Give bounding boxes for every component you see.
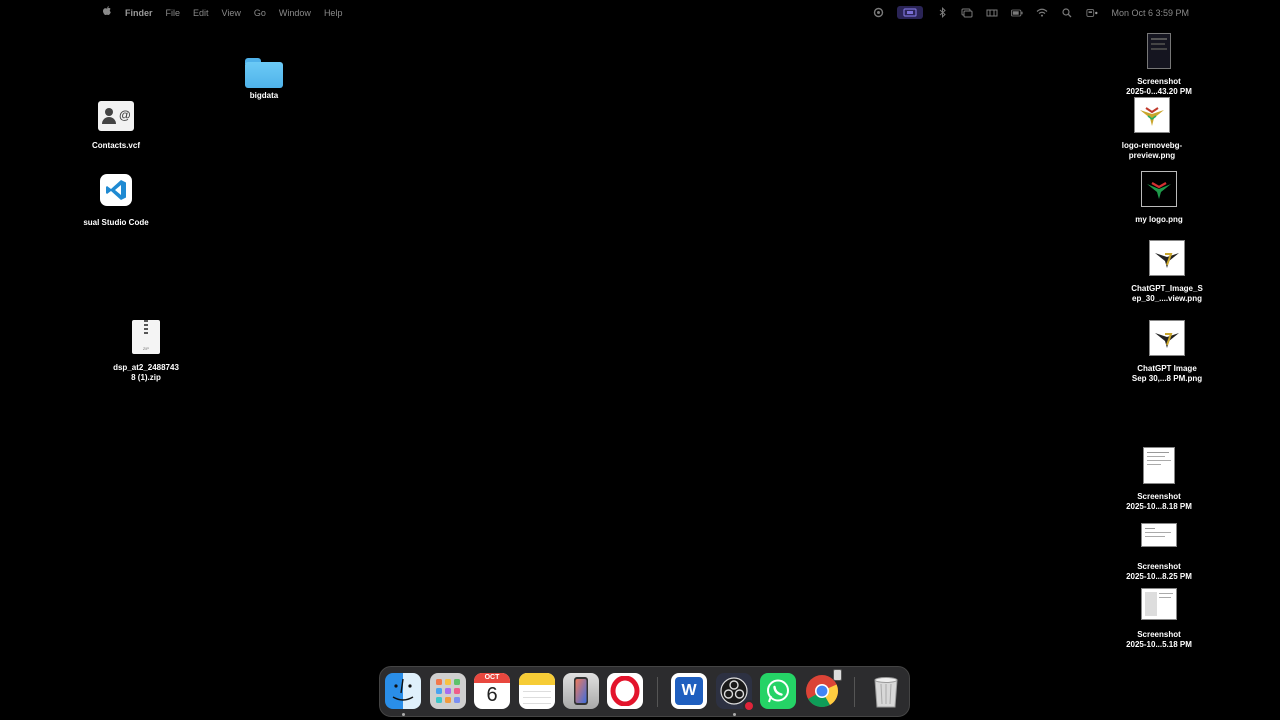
wifi-icon[interactable] — [1036, 8, 1048, 18]
desktop-item-label: logo-removebg- preview.png — [1121, 141, 1183, 160]
image-thumbnail — [1149, 320, 1185, 356]
calendar-month: OCT — [474, 673, 510, 683]
dock-calendar[interactable]: OCT 6 — [474, 673, 510, 709]
desktop-item-label: ChatGPT_Image_S ep_30_....view.png — [1131, 284, 1203, 303]
desktop-item-label: Screenshot 2025-10...8.25 PM — [1126, 562, 1192, 581]
desktop-item-label: Screenshot 2025-10...8.18 PM — [1126, 492, 1192, 511]
dock-word[interactable]: W — [671, 673, 707, 709]
menu-edit[interactable]: Edit — [193, 8, 209, 18]
desktop-item-logo-removebg[interactable]: logo-removebg- preview.png — [1104, 97, 1200, 161]
download-badge-icon — [833, 669, 842, 681]
desktop-item-chatgpt-image-1[interactable]: ChatGPT_Image_S ep_30_....view.png — [1119, 240, 1215, 304]
dock-separator — [854, 677, 855, 707]
desktop-item-label: bigdata — [249, 91, 279, 100]
screenshot-thumbnail — [1147, 33, 1171, 69]
screen-mirroring-icon[interactable] — [961, 8, 973, 18]
zip-file-icon: ZIP — [132, 320, 160, 354]
screen-recording-icon[interactable] — [897, 6, 924, 19]
menu-go[interactable]: Go — [254, 8, 266, 18]
control-center-extra-icon[interactable] — [986, 8, 998, 18]
desktop-item-chatgpt-image-2[interactable]: ChatGPT Image Sep 30,...8 PM.png — [1119, 320, 1215, 384]
desktop-item-label: Screenshot 2025-0...43.20 PM — [1126, 77, 1192, 96]
battery-icon[interactable] — [1011, 8, 1024, 18]
screenshot-thumbnail — [1141, 523, 1177, 547]
finder-icon — [392, 678, 414, 701]
dock-launchpad[interactable] — [430, 673, 466, 709]
dock-trash[interactable] — [868, 673, 904, 709]
dock-finder[interactable] — [385, 673, 421, 709]
dock-chrome[interactable] — [804, 669, 842, 709]
folder-icon — [245, 58, 283, 88]
opera-icon — [610, 676, 640, 706]
menu-app-name[interactable]: Finder — [125, 8, 153, 18]
desktop-item-vscode[interactable]: sual Studio Code — [68, 174, 164, 228]
menu-file[interactable]: File — [166, 8, 181, 18]
menu-clock[interactable]: Mon Oct 6 3:59 PM — [1111, 8, 1189, 18]
desktop-item-my-logo[interactable]: my logo.png — [1111, 171, 1207, 225]
desktop-item-screenshot-2[interactable]: Screenshot 2025-10...8.18 PM — [1111, 447, 1207, 512]
launchpad-icon — [436, 679, 460, 703]
dock: OCT 6 W — [379, 666, 910, 717]
image-thumbnail — [1149, 240, 1185, 276]
iphone-icon — [574, 677, 588, 705]
bluetooth-icon[interactable] — [936, 7, 948, 18]
desktop-item-label: sual Studio Code — [83, 218, 149, 227]
desktop-item-bigdata[interactable]: bigdata — [216, 58, 312, 101]
dock-notes[interactable] — [519, 673, 555, 709]
calendar-day: 6 — [486, 684, 498, 706]
desktop-item-label: Contacts.vcf — [91, 141, 140, 150]
apple-menu-icon[interactable] — [102, 5, 112, 20]
spotlight-search-icon[interactable] — [1061, 7, 1073, 18]
chatgpt-menu-icon[interactable] — [872, 7, 884, 18]
control-center-icon[interactable] — [1086, 8, 1098, 18]
dock-opera[interactable] — [607, 673, 643, 709]
desktop-item-contacts-vcf[interactable]: @ Contacts.vcf — [68, 101, 164, 151]
dock-iphone-mirroring[interactable] — [563, 673, 599, 709]
desktop-item-screenshot-3[interactable]: Screenshot 2025-10...8.25 PM — [1111, 523, 1207, 582]
word-icon: W — [675, 677, 703, 705]
trash-icon — [874, 677, 898, 708]
whatsapp-icon — [767, 679, 789, 703]
desktop-item-label: ChatGPT Image Sep 30,...8 PM.png — [1131, 364, 1203, 383]
dock-separator — [657, 677, 658, 707]
screenshot-thumbnail — [1141, 588, 1177, 620]
menu-bar-right: Mon Oct 6 3:59 PM — [872, 0, 1189, 25]
notes-icon — [519, 673, 555, 685]
dock-whatsapp[interactable] — [760, 673, 796, 709]
desktop-item-screenshot-1[interactable]: Screenshot 2025-0...43.20 PM — [1111, 33, 1207, 97]
menu-help[interactable]: Help — [324, 8, 343, 18]
desktop-item-label: Screenshot 2025-10...5.18 PM — [1126, 630, 1192, 649]
desktop-item-label: dsp_at2_2488743 8 (1).zip — [113, 363, 179, 382]
image-thumbnail — [1141, 171, 1177, 207]
desktop-item-screenshot-4[interactable]: Screenshot 2025-10...5.18 PM — [1111, 588, 1207, 650]
menu-bar-left: Finder File Edit View Go Window Help — [102, 0, 342, 25]
menu-bar: Finder File Edit View Go Window Help Mon… — [0, 0, 1280, 25]
screenshot-thumbnail — [1143, 447, 1175, 484]
desktop-item-zip[interactable]: ZIP dsp_at2_2488743 8 (1).zip — [98, 320, 194, 383]
desktop-item-label: my logo.png — [1135, 215, 1183, 224]
recording-badge-icon — [743, 700, 755, 712]
dock-obs[interactable] — [716, 673, 755, 712]
image-thumbnail — [1134, 97, 1170, 133]
menu-view[interactable]: View — [222, 8, 241, 18]
contact-card-icon: @ — [98, 101, 134, 131]
running-indicator — [402, 713, 405, 716]
running-indicator — [733, 713, 736, 716]
vscode-icon — [100, 174, 132, 206]
menu-window[interactable]: Window — [279, 8, 311, 18]
